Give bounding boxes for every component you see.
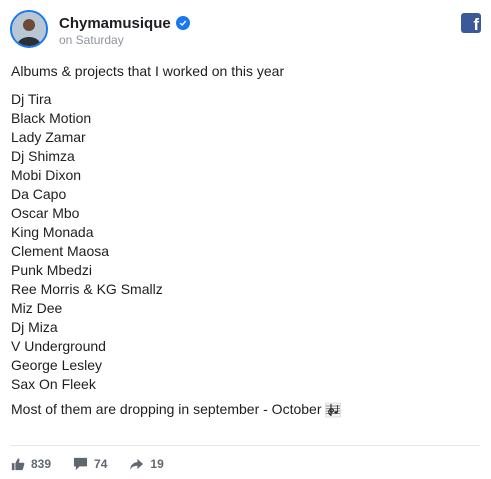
post-body: Albums & projects that I worked on this … (11, 62, 480, 419)
list-item: Punk Mbedzi (11, 262, 92, 278)
list-item: Clement Maosa (11, 243, 110, 259)
list-item: Dj Miza (11, 319, 58, 335)
list-item: George Lesley (11, 357, 103, 373)
list-item: Mobi Dixon (11, 167, 82, 183)
comment-button[interactable]: 74 (73, 457, 107, 471)
musical-score-icon (325, 402, 342, 417)
list-item: Lady Zamar (11, 129, 86, 145)
artist-list: Dj Tira Black Motion Lady Zamar Dj Shimz… (11, 90, 480, 394)
list-item: Miz Dee (11, 300, 63, 316)
comment-bubble-icon (73, 457, 88, 471)
list-item: Dj Tira (11, 91, 52, 107)
post-outro-text: Most of them are dropping in september -… (11, 401, 322, 417)
post-header: Chymamusique on Saturday f (10, 10, 481, 52)
verified-badge-icon (175, 16, 190, 30)
post-timestamp[interactable]: on Saturday (59, 33, 124, 47)
thumbs-up-icon (11, 458, 25, 471)
list-item: Ree Morris & KG Smallz (11, 281, 163, 297)
list-item: Dj Shimza (11, 148, 75, 164)
engagement-bar: 839 74 19 (11, 457, 186, 471)
like-count: 839 (31, 457, 52, 471)
list-item: Black Motion (11, 110, 92, 126)
list-item: King Monada (11, 224, 94, 240)
list-item: Sax On Fleek (11, 376, 96, 392)
comment-count: 74 (94, 457, 108, 471)
like-button[interactable]: 839 (11, 457, 51, 471)
list-item: Oscar Mbo (11, 205, 80, 221)
author-row: Chymamusique (59, 14, 190, 32)
facebook-icon[interactable]: f (461, 13, 481, 34)
post-intro: Albums & projects that I worked on this … (11, 63, 285, 79)
post-outro: Most of them are dropping in september -… (11, 400, 480, 419)
share-button[interactable]: 19 (129, 457, 164, 471)
share-arrow-icon (130, 458, 144, 470)
avatar[interactable] (10, 10, 48, 48)
list-item: Da Capo (11, 186, 67, 202)
divider (11, 445, 480, 446)
author-name[interactable]: Chymamusique (59, 15, 171, 32)
list-item: V Underground (11, 338, 106, 354)
share-count: 19 (150, 457, 164, 471)
avatar-image (12, 12, 46, 46)
